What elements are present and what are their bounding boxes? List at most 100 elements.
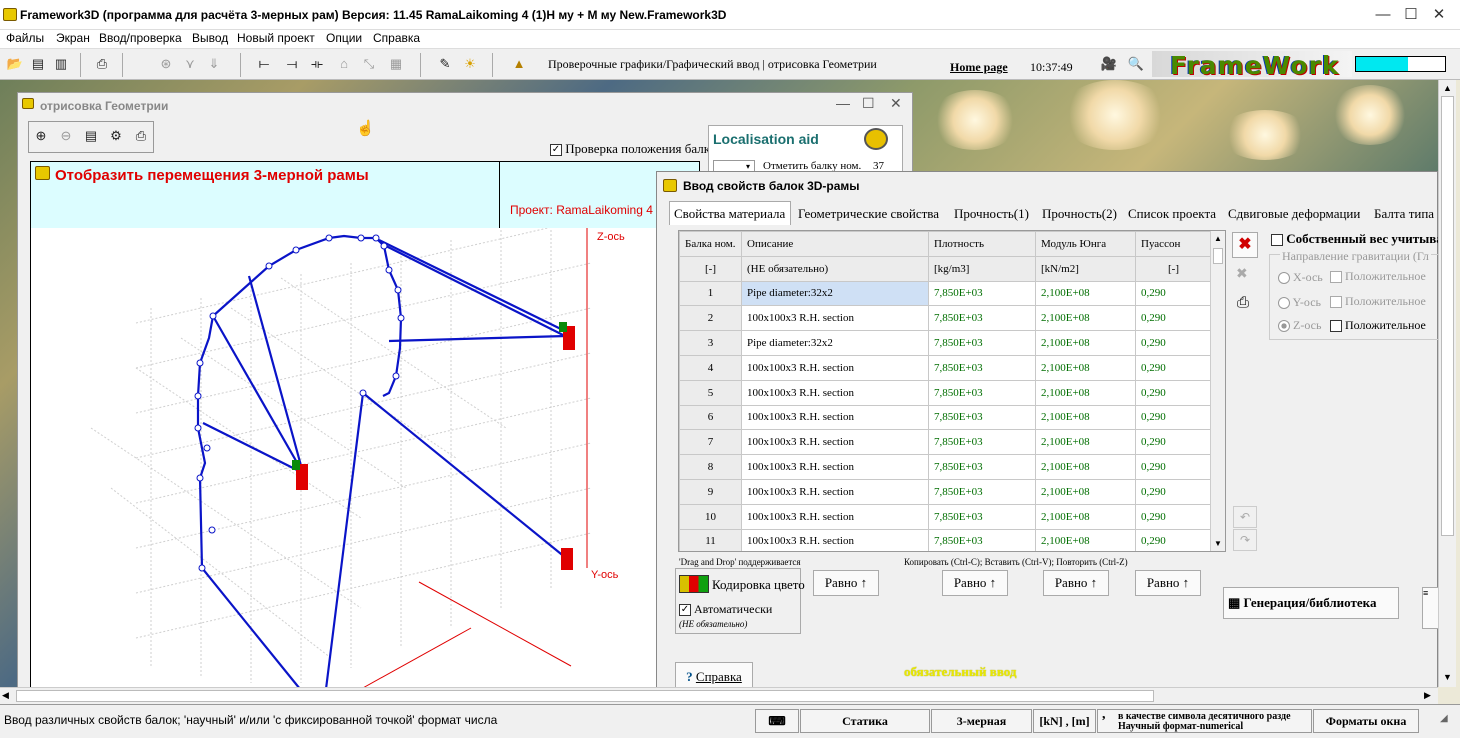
geo-minimize-button[interactable]: — [836, 95, 850, 111]
close-button[interactable]: ✕ [1421, 4, 1457, 26]
support-icon[interactable]: ⋎ [181, 56, 199, 72]
color-coding-label[interactable]: Кодировка цвето [712, 577, 805, 593]
cell-density[interactable]: 7,850E+03 [928, 330, 1036, 356]
menu-new-project[interactable]: Новый проект [237, 31, 315, 45]
cell-youngs-modulus[interactable]: 2,100E+08 [1035, 503, 1136, 530]
axis-x-option[interactable]: X-ось [1278, 270, 1323, 285]
table-row[interactable]: 4 100x100x3 R.H. section 7,850E+03 2,100E+0… [679, 354, 1212, 381]
equal-button-description[interactable]: Равно ↑ [813, 570, 879, 596]
zoom-out-icon[interactable]: ⊖ [57, 128, 75, 144]
cell-description[interactable]: Pipe diameter:32x2 [741, 330, 929, 356]
menu-files[interactable]: Файлы [6, 31, 44, 45]
edit-icon[interactable]: ⤡ [360, 56, 378, 72]
generation-library-button[interactable]: ▦ Генерация/библиотека [1223, 587, 1399, 619]
table-row[interactable]: 2 100x100x3 R.H. section 7,850E+03 2,100E+0… [679, 305, 1212, 332]
table-row[interactable]: 5 100x100x3 R.H. section 7,850E+03 2,100E+0… [679, 379, 1212, 406]
table-row[interactable]: 9 100x100x3 R.H. section 7,850E+03 2,100E+0… [679, 478, 1212, 505]
lightbulb-icon[interactable]: ☀ [461, 56, 479, 72]
tab-strength-2[interactable]: Прочность(2) [1042, 206, 1117, 222]
cell-poisson[interactable]: 0,290 [1135, 379, 1212, 406]
window-formats-button[interactable]: Форматы окна [1313, 709, 1419, 733]
cell-poisson[interactable]: 0,290 [1135, 280, 1212, 307]
cell-poisson[interactable]: 0,290 [1135, 305, 1212, 332]
zoom-icon[interactable]: 🔍 [1127, 56, 1145, 72]
print-icon[interactable]: ⎙ [93, 56, 111, 72]
cell-poisson[interactable]: 0,290 [1135, 404, 1212, 431]
menu-input-check[interactable]: Ввод/проверка [99, 31, 182, 45]
auto-option[interactable]: ✓ Автоматически [679, 602, 772, 617]
cell-description[interactable]: 100x100x3 R.H. section [741, 528, 929, 551]
table-row[interactable]: 6 100x100x3 R.H. section 7,850E+03 2,100E+0… [679, 404, 1212, 431]
cell-description[interactable]: 100x100x3 R.H. section [741, 354, 929, 381]
table-row[interactable]: 3 Pipe diameter:32x2 7,850E+03 2,100E+08 0,2… [679, 330, 1212, 356]
table-row[interactable]: 11 100x100x3 R.H. section 7,850E+03 2,100E+… [679, 528, 1212, 551]
menu-help[interactable]: Справка [373, 31, 420, 45]
copy-image-icon[interactable]: ▤ [82, 128, 100, 144]
print-icon[interactable]: ⎙ [132, 128, 150, 144]
menu-output[interactable]: Вывод [192, 31, 228, 45]
scroll-right-arrow-icon[interactable]: ▶ [1424, 690, 1431, 701]
cell-poisson[interactable]: 0,290 [1135, 330, 1212, 356]
cell-youngs-modulus[interactable]: 2,100E+08 [1035, 280, 1136, 307]
beam-moment-icon[interactable]: ⟛ [308, 56, 326, 72]
scroll-up-arrow-icon[interactable]: ▲ [1443, 83, 1452, 93]
cell-description[interactable]: Pipe diameter:32x2 [741, 280, 929, 307]
cell-density[interactable]: 7,850E+03 [928, 528, 1036, 551]
check-beam-position[interactable]: ✓ Проверка положения балки [550, 141, 717, 157]
load-arrow-icon[interactable]: ⇓ [205, 56, 223, 72]
tab-geometric[interactable]: Геометрические свойства [798, 206, 939, 222]
tab-beam-type[interactable]: Балта типа [1374, 206, 1434, 222]
warning-person-icon[interactable]: ▲ [510, 56, 528, 72]
beam-load-icon[interactable]: ⟞ [283, 56, 301, 72]
cell-density[interactable]: 7,850E+03 [928, 379, 1036, 406]
tab-project-list[interactable]: Список проекта [1128, 206, 1216, 222]
side-panel-button[interactable]: ≡ [1422, 587, 1439, 629]
cell-density[interactable]: 7,850E+03 [928, 280, 1036, 307]
scroll-left-arrow-icon[interactable]: ◀ [2, 690, 9, 701]
hscroll-thumb[interactable] [16, 690, 1154, 702]
table-row[interactable]: 8 100x100x3 R.H. section 7,850E+03 2,100E+0… [679, 454, 1212, 480]
cell-density[interactable]: 7,850E+03 [928, 503, 1036, 530]
menu-options[interactable]: Опции [326, 31, 362, 45]
main-horizontal-scrollbar[interactable]: ◀ ▶ [0, 687, 1438, 704]
table-row[interactable]: 10 100x100x3 R.H. section 7,850E+03 2,100E+… [679, 503, 1212, 530]
cell-poisson[interactable]: 0,290 [1135, 354, 1212, 381]
menu-screen[interactable]: Экран [56, 31, 90, 45]
camera-icon[interactable]: 🎥 [1100, 56, 1118, 72]
check-beam-checkbox[interactable]: ✓ [550, 144, 562, 157]
main-vertical-scrollbar[interactable]: ▲ ▼ [1438, 80, 1456, 687]
zoom-in-icon[interactable]: ⊕ [32, 128, 50, 144]
cell-youngs-modulus[interactable]: 2,100E+08 [1035, 330, 1136, 356]
save-file-icon[interactable]: ▤ [29, 56, 47, 72]
frame-canvas[interactable]: Z-ось Y-ось [30, 217, 674, 690]
equal-button-density[interactable]: Равно ↑ [942, 570, 1008, 596]
cell-poisson[interactable]: 0,290 [1135, 528, 1212, 551]
cell-density[interactable]: 7,850E+03 [928, 429, 1036, 456]
positive-y-option[interactable]: Положительное [1330, 294, 1426, 309]
axis-z-option[interactable]: Z-ось [1278, 318, 1321, 333]
cell-youngs-modulus[interactable]: 2,100E+08 [1035, 478, 1136, 505]
home-page-link[interactable]: Home page [950, 60, 1008, 75]
axis-y-option[interactable]: Y-ось [1278, 295, 1321, 310]
pen-icon[interactable]: ✎ [436, 56, 454, 72]
table-vertical-scrollbar[interactable]: ▲ ▼ [1210, 231, 1225, 551]
cell-poisson[interactable]: 0,290 [1135, 429, 1212, 456]
scroll-down-arrow-icon[interactable]: ▼ [1211, 536, 1225, 551]
cell-description[interactable]: 100x100x3 R.H. section [741, 305, 929, 332]
cell-density[interactable]: 7,850E+03 [928, 404, 1036, 431]
equal-button-youngs[interactable]: Равно ↑ [1043, 570, 1109, 596]
cell-description[interactable]: 100x100x3 R.H. section [741, 404, 929, 431]
redo-icon[interactable]: ↷ [1233, 529, 1257, 551]
cell-description[interactable]: 100x100x3 R.H. section [741, 478, 929, 505]
settings-icon[interactable]: ⚙ [107, 128, 125, 144]
node-icon[interactable]: ⊛ [157, 56, 175, 72]
resize-grip-icon[interactable]: ◢ [1440, 713, 1448, 724]
scroll-up-arrow-icon[interactable]: ▲ [1211, 231, 1225, 246]
cell-description[interactable]: 100x100x3 R.H. section [741, 454, 929, 480]
cell-poisson[interactable]: 0,290 [1135, 454, 1212, 480]
save-as-icon[interactable]: ▥ [52, 56, 70, 72]
cell-density[interactable]: 7,850E+03 [928, 454, 1036, 480]
undo-icon[interactable]: ↶ [1233, 506, 1257, 528]
tab-material[interactable]: Свойства материала [674, 206, 785, 222]
cell-youngs-modulus[interactable]: 2,100E+08 [1035, 379, 1136, 406]
